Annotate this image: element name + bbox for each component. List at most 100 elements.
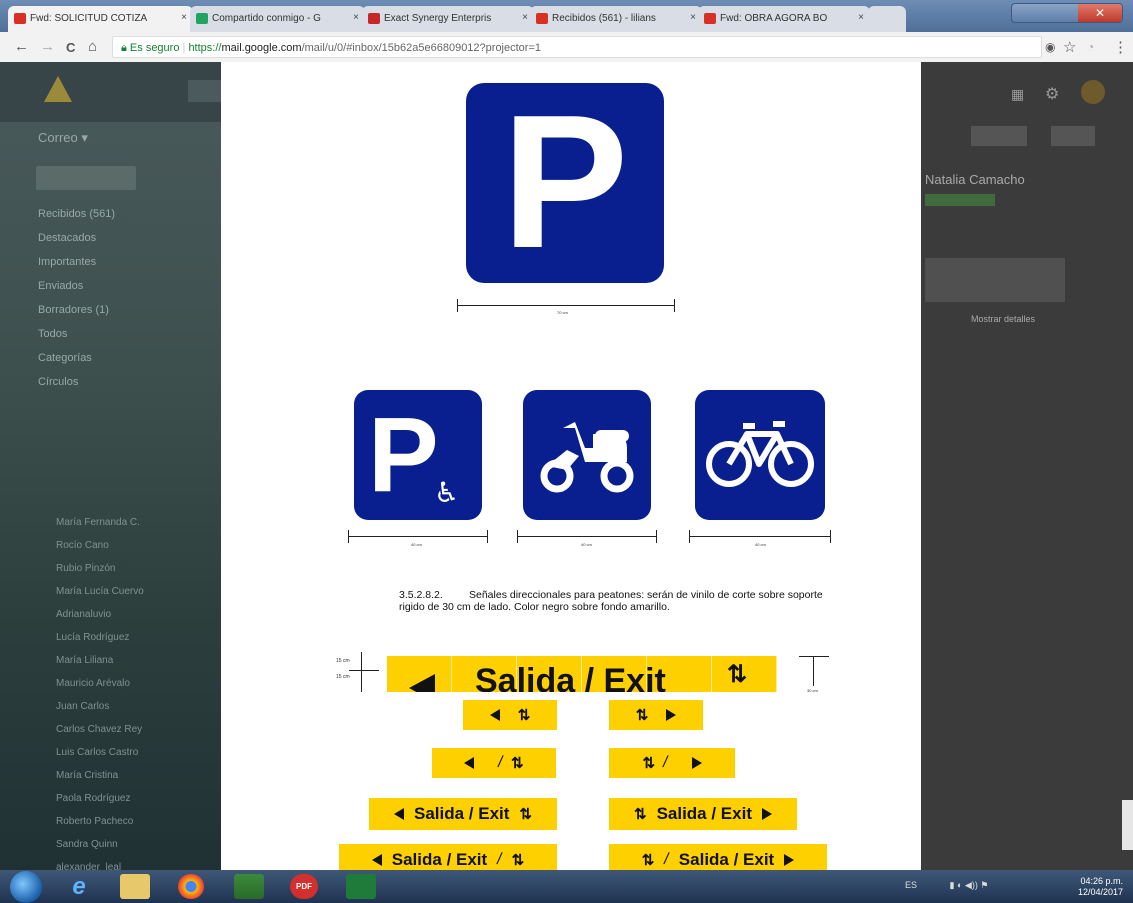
arrow-left-icon [464,757,475,769]
forward-button[interactable]: → [40,38,55,55]
pedestrian-icon: ⇅ [727,661,748,688]
tab-fwd-obra[interactable]: Fwd: OBRA AGORA BO × [698,6,870,32]
sign-stairs-salida-exit-right: ⇅ / Salida / Exit [609,844,827,870]
home-button[interactable]: ⌂ [88,38,97,55]
clock-date: 12/04/2017 [1077,887,1123,897]
header-sign-guide-left [361,652,362,692]
settings-icon: ⚙ [1045,86,1060,103]
close-tab-icon[interactable]: × [353,12,359,23]
parking-letter: P [501,76,629,288]
sidebar-folder-item: Círculos [38,376,79,388]
sidebar-folder-item: Recibidos (561) [38,208,116,220]
arrow-left-icon [371,854,382,866]
tab-exact-synergy[interactable]: Exact Synergy Enterpris × [362,6,534,32]
salida-exit-label: Salida / Exit [391,850,488,869]
app-icon[interactable] [234,874,264,899]
tab-fwd-solicitud[interactable]: Fwd: SOLICITUD COTIZA × [8,6,193,32]
sign-left-pedestrian: ⇅ [463,700,557,730]
sidebar-contact-item: Lucía Rodríguez [56,632,130,643]
arrow-right-icon [666,709,677,721]
gmail-header-dimmed [0,62,221,122]
sidebar-folder-item: Todos [38,328,68,340]
tab-compartido[interactable]: Compartido conmigo - G × [190,6,365,32]
bookmark-star-icon[interactable]: ☆ [1063,38,1076,56]
stairs-icon: / [662,851,671,868]
file-explorer-icon[interactable] [120,874,150,899]
paragraph-number: 3.5.2.8.2. [399,589,443,601]
extension-shield-icon[interactable]: ◔ [1087,40,1094,54]
sign-left-salida-exit: Salida / Exit ⇅ [369,798,557,830]
salida-exit-label: Salida / Exit [413,804,510,823]
gmail-sidebar-dimmed: Correo ▾ Recibidos (561) Destacados Import… [0,62,221,873]
sidebar-contact-item: Sandra Quinn [56,839,118,850]
parking-sign-large: P [466,77,664,287]
avatar [1081,80,1105,104]
dimension-label-motorcycle: 40 cm [581,542,592,547]
nav-buttons-dimmed [971,126,1027,146]
apps-icon: ▦ [1011,86,1025,102]
attachment-thumbs [925,258,1065,302]
close-tab-icon[interactable]: × [858,12,864,23]
bicycle-parking-sign [695,390,825,520]
address-bar[interactable]: 🔒︎ Es seguro | https://mail.google.com/m… [112,36,1042,58]
extension-icon[interactable]: ◉ [1045,40,1055,54]
pedestrian-icon: ⇅ [633,805,647,823]
system-tray: ES ▮ ◐ ◀)) ⚑ [905,880,988,891]
dimension-line-large [457,299,675,312]
stairs-icon: / [661,754,670,771]
close-tab-icon[interactable]: × [522,12,528,23]
language-indicator[interactable]: ES [905,880,917,890]
header-sign: Salida / Exit ⇅ [387,656,777,692]
sign-pedestrian-right: ⇅ [609,700,703,730]
internet-explorer-icon[interactable]: e [64,874,94,899]
arrow-right-icon [784,854,795,866]
pedestrian-icon: ⇅ [641,851,655,869]
sidebar-contact-item: María Lucía Cuervo [56,586,144,597]
salida-exit-label: Salida / Exit [678,850,775,869]
reload-button[interactable]: C [66,40,75,55]
arrow-right-icon [691,757,702,769]
arrow-left-icon [393,808,404,820]
close-tab-icon[interactable]: × [690,12,696,23]
sidebar-folder-item: Importantes [38,256,97,268]
gmail-logo [44,76,72,102]
sidebar-contact-item: Rubio Pinzón [56,563,116,574]
excel-icon[interactable] [346,874,376,899]
sidebar-contact-item: Luis Carlos Castro [56,747,139,758]
header-sign-dimension-left: 15 cm 15 cm [336,658,350,680]
compose-button-dimmed [36,166,136,190]
tray-icons[interactable]: ▮ ◐ ◀)) ⚑ [950,880,989,890]
header-sign-guide-right [813,656,814,686]
settings-button-dimmed [1051,126,1095,146]
sidebar-folder-item: Borradores (1) [38,304,109,316]
browser-toolbar: ← → C ⌂ 🔒︎ Es seguro | https://mail.goog… [0,32,1133,63]
chrome-icon[interactable] [178,874,204,899]
windows-taskbar: e PDF ES ▮ ◐ ◀)) ⚑ 04:26 p.m. 12/04/2017 [0,870,1133,903]
wheelchair-icon: ♿︎ [434,477,460,508]
clock-time: 04:26 p.m. [1080,876,1123,886]
sidebar-contact-item: Carlos Chavez Rey [56,724,143,735]
sidebar-folder-item: Destacados [38,232,97,244]
pdf-reader-icon[interactable]: PDF [290,874,318,899]
sign-salida-exit-right: ⇅ Salida / Exit [609,798,797,830]
tab-recibidos[interactable]: Recibidos (561) - lilians × [530,6,702,32]
gmail-icon [536,13,548,24]
start-button[interactable] [10,871,42,903]
header-sign-label: Salida / Exit [475,662,666,692]
sidebar-contact-item: María Fernanda C. [56,517,140,528]
secure-label: Es seguro [129,42,180,54]
new-tab-button[interactable] [868,6,906,32]
pedestrian-icon: ⇅ [642,754,656,772]
header-sign-dimension-right: 30 cm [807,688,818,693]
sidebar-contact-item: Juan Carlos [56,701,110,712]
mail-menu-label: Correo ▾ [38,130,88,145]
browser-menu-icon[interactable]: ⋮ [1113,38,1128,56]
clock[interactable]: 04:26 p.m. 12/04/2017 [1078,876,1123,898]
close-window-button[interactable]: ✕ [1078,4,1122,22]
back-button[interactable]: ← [14,38,29,55]
viewer-scrollbar[interactable] [1122,800,1133,850]
drive-icon [196,13,208,24]
contact-badge [925,194,995,206]
search-box-dimmed [188,80,221,102]
close-tab-icon[interactable]: × [181,12,187,23]
